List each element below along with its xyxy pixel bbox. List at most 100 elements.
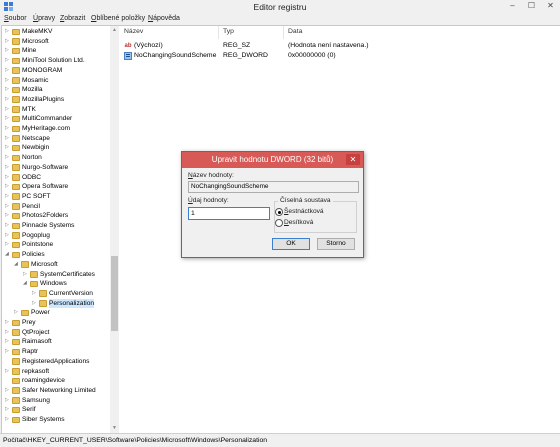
expand-arrow-icon[interactable]: ▷ (5, 231, 11, 241)
expand-arrow-icon[interactable]: ▷ (5, 328, 11, 338)
registry-key-tree[interactable]: ▷ Siber Systems ▷ Serif ▷ Samsung ▷ Safer Netwo… (1, 25, 120, 434)
expand-arrow-icon[interactable]: ▷ (32, 299, 38, 309)
tree-item-label: Pinnacle Systems (22, 222, 75, 229)
folder-icon (12, 203, 20, 210)
expand-arrow-icon[interactable]: ▷ (5, 347, 11, 357)
folder-icon (12, 348, 20, 356)
expand-arrow-icon[interactable]: ▷ (32, 289, 38, 299)
expand-arrow-icon[interactable]: ▷ (5, 405, 11, 415)
expand-arrow-icon[interactable]: ▷ (5, 337, 11, 347)
expand-arrow-icon[interactable]: ▷ (5, 153, 11, 163)
tree-scrollbar[interactable]: ▲ ▼ (110, 26, 119, 433)
expand-arrow-icon[interactable]: ▷ (23, 270, 29, 280)
title-bar: Editor registru – ☐ ✕ (0, 0, 560, 13)
expand-arrow-icon[interactable]: ▷ (5, 386, 11, 396)
folder-icon (39, 290, 47, 297)
tree-item-label: roamingdevice (22, 377, 65, 385)
tree-item-label: Raimasoft (22, 338, 52, 346)
radio-hex-button[interactable] (275, 208, 283, 216)
tree-item-label: Personalization (49, 298, 95, 309)
expand-arrow-icon[interactable]: ▷ (5, 66, 11, 76)
tree-item-label: MozillaPlugins (22, 95, 65, 103)
tree-item-label: Newbigin (22, 144, 50, 152)
tree-item-label: Microsoft (31, 260, 58, 268)
folder-icon (12, 115, 20, 123)
value-row[interactable]: ab (Výchozí) REG_SZ (Hodnota není nastav… (119, 41, 560, 51)
folder-icon (39, 300, 47, 307)
menu-soubor[interactable]: Soubor (4, 15, 27, 22)
expand-arrow-icon[interactable]: ▷ (5, 76, 11, 86)
expand-arrow-icon[interactable]: ▷ (5, 202, 11, 212)
expand-arrow-icon[interactable]: ▷ (5, 27, 11, 37)
maximize-button[interactable]: ☐ (522, 0, 541, 12)
collapse-arrow-icon[interactable]: ◢ (23, 279, 29, 289)
tree-item-label: Opera Software (22, 183, 69, 191)
expand-arrow-icon[interactable]: ▷ (5, 173, 11, 183)
folder-icon (12, 47, 20, 55)
tree-item-label: Windows (40, 280, 67, 288)
folder-icon (12, 86, 20, 94)
column-divider[interactable] (283, 26, 284, 39)
folder-icon (12, 222, 20, 229)
value-name-field[interactable]: NoChangingSoundScheme (188, 181, 359, 193)
folder-icon (12, 232, 20, 239)
column-header-type[interactable]: Typ (223, 28, 234, 35)
expand-arrow-icon[interactable]: ▷ (5, 85, 11, 95)
tree-item-label: Pencil (22, 202, 40, 210)
expand-arrow-icon[interactable]: ▷ (5, 46, 11, 56)
expand-arrow-icon[interactable]: ▷ (5, 105, 11, 115)
folder-icon (12, 174, 20, 181)
collapse-arrow-icon[interactable]: ◢ (5, 250, 11, 260)
column-divider[interactable] (218, 26, 219, 39)
ok-button[interactable]: OK (272, 238, 310, 250)
value-name: NoChangingSoundScheme (134, 52, 217, 59)
column-header-name[interactable]: Název (124, 28, 143, 35)
close-button[interactable]: ✕ (541, 0, 560, 12)
folder-icon (30, 280, 38, 288)
scroll-up-icon[interactable]: ▲ (110, 26, 119, 35)
tree-item-label: Mine (22, 47, 37, 55)
expand-arrow-icon[interactable]: ▷ (5, 367, 11, 377)
menu-oblibene[interactable]: Oblíbené položky (91, 15, 145, 22)
expand-arrow-icon[interactable]: ▷ (5, 124, 11, 134)
menu-upravy[interactable]: Úpravy (33, 15, 55, 22)
menu-bar: Soubor Úpravy Zobrazit Oblíbené položky … (0, 13, 560, 25)
radio-dec-button[interactable] (275, 219, 283, 227)
tree-item-label: QtProject (22, 328, 50, 336)
tree-item-label: PC SOFT (22, 192, 51, 200)
value-data-input[interactable]: 1 (188, 207, 270, 220)
scrollbar-thumb[interactable] (111, 256, 118, 331)
expand-arrow-icon[interactable]: ▷ (5, 37, 11, 47)
expand-arrow-icon[interactable]: ▷ (5, 56, 11, 66)
dialog-close-button[interactable]: ✕ (346, 154, 360, 165)
value-row[interactable]: NoChangingSoundScheme REG_DWORD 0x000000… (119, 51, 560, 61)
expand-arrow-icon[interactable]: ▷ (5, 318, 11, 328)
folder-icon (12, 183, 20, 191)
folder-icon (12, 212, 20, 220)
scroll-down-icon[interactable]: ▼ (110, 424, 119, 433)
column-header-data[interactable]: Data (288, 28, 302, 35)
folder-icon (21, 261, 29, 268)
folder-icon (12, 164, 20, 171)
expand-arrow-icon[interactable]: ▷ (5, 192, 11, 202)
expand-arrow-icon[interactable]: ▷ (5, 415, 11, 425)
expand-arrow-icon[interactable]: ▷ (5, 134, 11, 144)
tree-item-label: Norton (22, 154, 42, 162)
expand-arrow-icon[interactable]: ▷ (5, 396, 11, 406)
menu-zobrazit[interactable]: Zobrazit (60, 15, 85, 22)
folder-icon (12, 387, 20, 394)
expand-arrow-icon[interactable]: ▷ (5, 114, 11, 124)
expand-arrow-icon[interactable]: ▷ (5, 163, 11, 173)
expand-arrow-icon[interactable]: ▷ (5, 240, 11, 250)
expand-arrow-icon[interactable]: ▷ (14, 308, 20, 318)
minimize-button[interactable]: – (503, 0, 522, 12)
expand-arrow-icon[interactable]: ▷ (5, 211, 11, 221)
cancel-button[interactable]: Storno (317, 238, 355, 250)
expand-arrow-icon[interactable]: ▷ (5, 221, 11, 231)
expand-arrow-icon[interactable]: ▷ (5, 182, 11, 192)
expand-arrow-icon[interactable]: ▷ (5, 95, 11, 105)
menu-napoveda[interactable]: Nápověda (148, 15, 180, 22)
folder-icon (12, 96, 20, 103)
collapse-arrow-icon[interactable]: ◢ (14, 260, 20, 270)
expand-arrow-icon[interactable]: ▷ (5, 143, 11, 153)
